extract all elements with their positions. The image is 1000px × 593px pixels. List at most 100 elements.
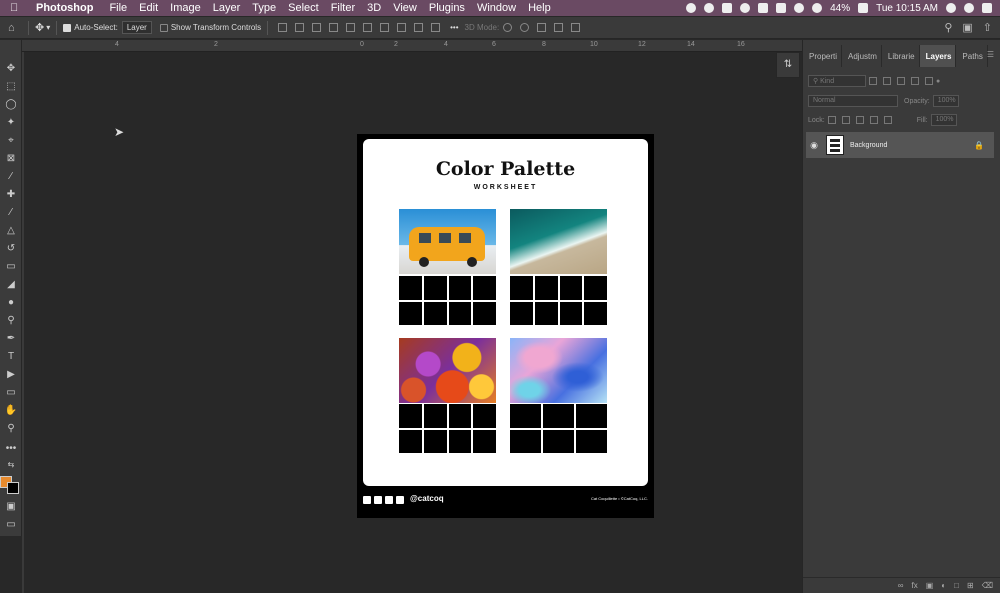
type-tool-icon[interactable]: T (3, 350, 19, 364)
tab-layers[interactable]: Layers (919, 45, 957, 67)
lock-transparent-icon[interactable] (827, 116, 836, 124)
blend-mode-dropdown[interactable]: Normal (808, 95, 898, 107)
creative-cloud-icon[interactable] (704, 3, 715, 13)
eraser-tool-icon[interactable]: ▭ (3, 260, 19, 274)
rectangle-tool-icon[interactable]: ▭ (3, 386, 19, 400)
healing-brush-tool-icon[interactable]: ✚ (3, 188, 19, 202)
3d-orbit-icon[interactable] (503, 23, 513, 32)
filter-adjustment-icon[interactable] (883, 77, 891, 85)
search-icon[interactable]: ⚲ (944, 21, 952, 34)
dodge-tool-icon[interactable]: ⚲ (3, 314, 19, 328)
distribute-right-icon[interactable] (414, 23, 424, 32)
menu-app-name[interactable]: Photoshop (36, 2, 93, 14)
align-center-icon[interactable] (295, 23, 305, 32)
menu-file[interactable]: File (109, 2, 127, 14)
hand-tool-icon[interactable]: ✋ (3, 404, 19, 418)
layer-name[interactable]: Background (850, 142, 887, 149)
menu-image[interactable]: Image (170, 2, 201, 14)
menu-layer[interactable]: Layer (213, 2, 241, 14)
horizontal-ruler[interactable]: 4 2 0 2 4 6 8 10 12 14 16 (22, 40, 802, 52)
screen-mode-icon[interactable]: ▭ (3, 518, 19, 532)
control-center-icon[interactable] (982, 3, 992, 13)
show-transform-checkbox[interactable] (159, 23, 168, 32)
panel-menu-icon[interactable]: ☰ (987, 50, 994, 59)
spotlight-icon[interactable] (946, 3, 956, 13)
align-left-icon[interactable] (278, 23, 288, 32)
3d-scale-icon[interactable] (571, 23, 581, 32)
lasso-tool-icon[interactable]: ◯ (3, 98, 19, 112)
user-avatar-icon[interactable] (964, 3, 974, 13)
zoom-tool-icon[interactable]: ⚲ (3, 422, 19, 436)
lock-position-icon[interactable] (855, 116, 864, 124)
clipboard-icon[interactable] (776, 3, 787, 13)
background-color-swatch[interactable] (7, 482, 19, 494)
pen-tool-icon[interactable]: ✒ (3, 332, 19, 346)
new-layer-icon[interactable]: ⊞ (967, 581, 974, 590)
tab-libraries[interactable]: Librarie (882, 45, 920, 67)
filter-kind-dropdown[interactable]: ⚲ Kind (808, 75, 866, 87)
battery-icon[interactable] (858, 3, 869, 13)
clone-stamp-tool-icon[interactable]: △ (3, 224, 19, 238)
distribute-top-icon[interactable] (431, 23, 441, 32)
opacity-input[interactable]: 100% (932, 95, 959, 107)
lock-artboard-icon[interactable] (869, 116, 878, 124)
eye-icon[interactable]: ◉ (806, 140, 822, 151)
menu-type[interactable]: Type (252, 2, 276, 14)
layer-row-background[interactable]: ◉ Background 🔒 (806, 132, 994, 158)
quick-mask-icon[interactable]: ▣ (3, 500, 19, 514)
check-icon[interactable] (758, 3, 769, 13)
apple-icon[interactable]:  (10, 2, 24, 14)
lock-pixels-icon[interactable] (841, 116, 850, 124)
menu-help[interactable]: Help (528, 2, 551, 14)
lock-icon[interactable]: 🔒 (974, 141, 984, 150)
marquee-tool-icon[interactable]: ⬚ (3, 80, 19, 94)
workspace-icon[interactable]: ▣ (962, 21, 972, 34)
filter-toggle-icon[interactable]: ● (936, 78, 940, 85)
add-mask-icon[interactable]: ▣ (926, 581, 934, 590)
filter-smart-object-icon[interactable] (925, 77, 933, 85)
menu-edit[interactable]: Edit (139, 2, 158, 14)
align-top-icon[interactable] (329, 23, 339, 32)
record-icon[interactable] (686, 3, 697, 13)
bluetooth-icon[interactable] (794, 3, 805, 13)
home-icon[interactable]: ⌂ (8, 22, 22, 34)
document-canvas[interactable]: Color Palette WORKSHEET @catcoq Cat Coqu… (357, 134, 654, 518)
paint-bucket-tool-icon[interactable]: ◢ (3, 278, 19, 292)
lock-all-icon[interactable] (883, 116, 892, 124)
history-brush-tool-icon[interactable]: ↺ (3, 242, 19, 256)
dropbox-icon[interactable] (722, 3, 733, 13)
drop-icon[interactable] (740, 3, 751, 13)
blur-tool-icon[interactable]: ● (3, 296, 19, 310)
3d-roll-icon[interactable] (520, 23, 530, 32)
auto-select-dropdown[interactable]: Layer (121, 21, 152, 34)
align-right-icon[interactable] (312, 23, 322, 32)
move-tool-icon[interactable]: ✥ (3, 62, 19, 76)
clock[interactable]: Tue 10:15 AM (876, 3, 938, 14)
menu-plugins[interactable]: Plugins (429, 2, 465, 14)
tab-adjustments[interactable]: Adjustm (842, 45, 882, 67)
new-group-icon[interactable]: □ (954, 581, 959, 590)
path-selection-tool-icon[interactable]: ▶ (3, 368, 19, 382)
filter-shape-icon[interactable] (911, 77, 919, 85)
crop-tool-icon[interactable]: ⌖ (3, 134, 19, 148)
frame-tool-icon[interactable]: ⊠ (3, 152, 19, 166)
magic-wand-tool-icon[interactable]: ✦ (3, 116, 19, 130)
align-middle-icon[interactable] (346, 23, 356, 32)
filter-pixel-icon[interactable] (869, 77, 877, 85)
menu-3d[interactable]: 3D (367, 2, 381, 14)
wifi-icon[interactable] (812, 3, 823, 13)
battery-percent[interactable]: 44% (830, 3, 850, 14)
adjustment-layer-icon[interactable]: ◐ (941, 581, 946, 590)
more-tools-icon[interactable]: ••• (3, 442, 19, 456)
share-icon[interactable]: ⇧ (983, 21, 992, 34)
more-options-icon[interactable]: ••• (450, 23, 458, 32)
menu-window[interactable]: Window (477, 2, 516, 14)
chevron-down-icon[interactable]: ▾ (46, 23, 50, 32)
swap-colors-icon[interactable]: ⇆ (3, 458, 19, 472)
brush-tool-icon[interactable]: ⁄ (3, 206, 19, 220)
3d-slide-icon[interactable] (554, 23, 564, 32)
filter-type-icon[interactable] (897, 77, 905, 85)
menu-select[interactable]: Select (288, 2, 319, 14)
3d-pan-icon[interactable] (537, 23, 547, 32)
align-bottom-icon[interactable] (363, 23, 373, 32)
